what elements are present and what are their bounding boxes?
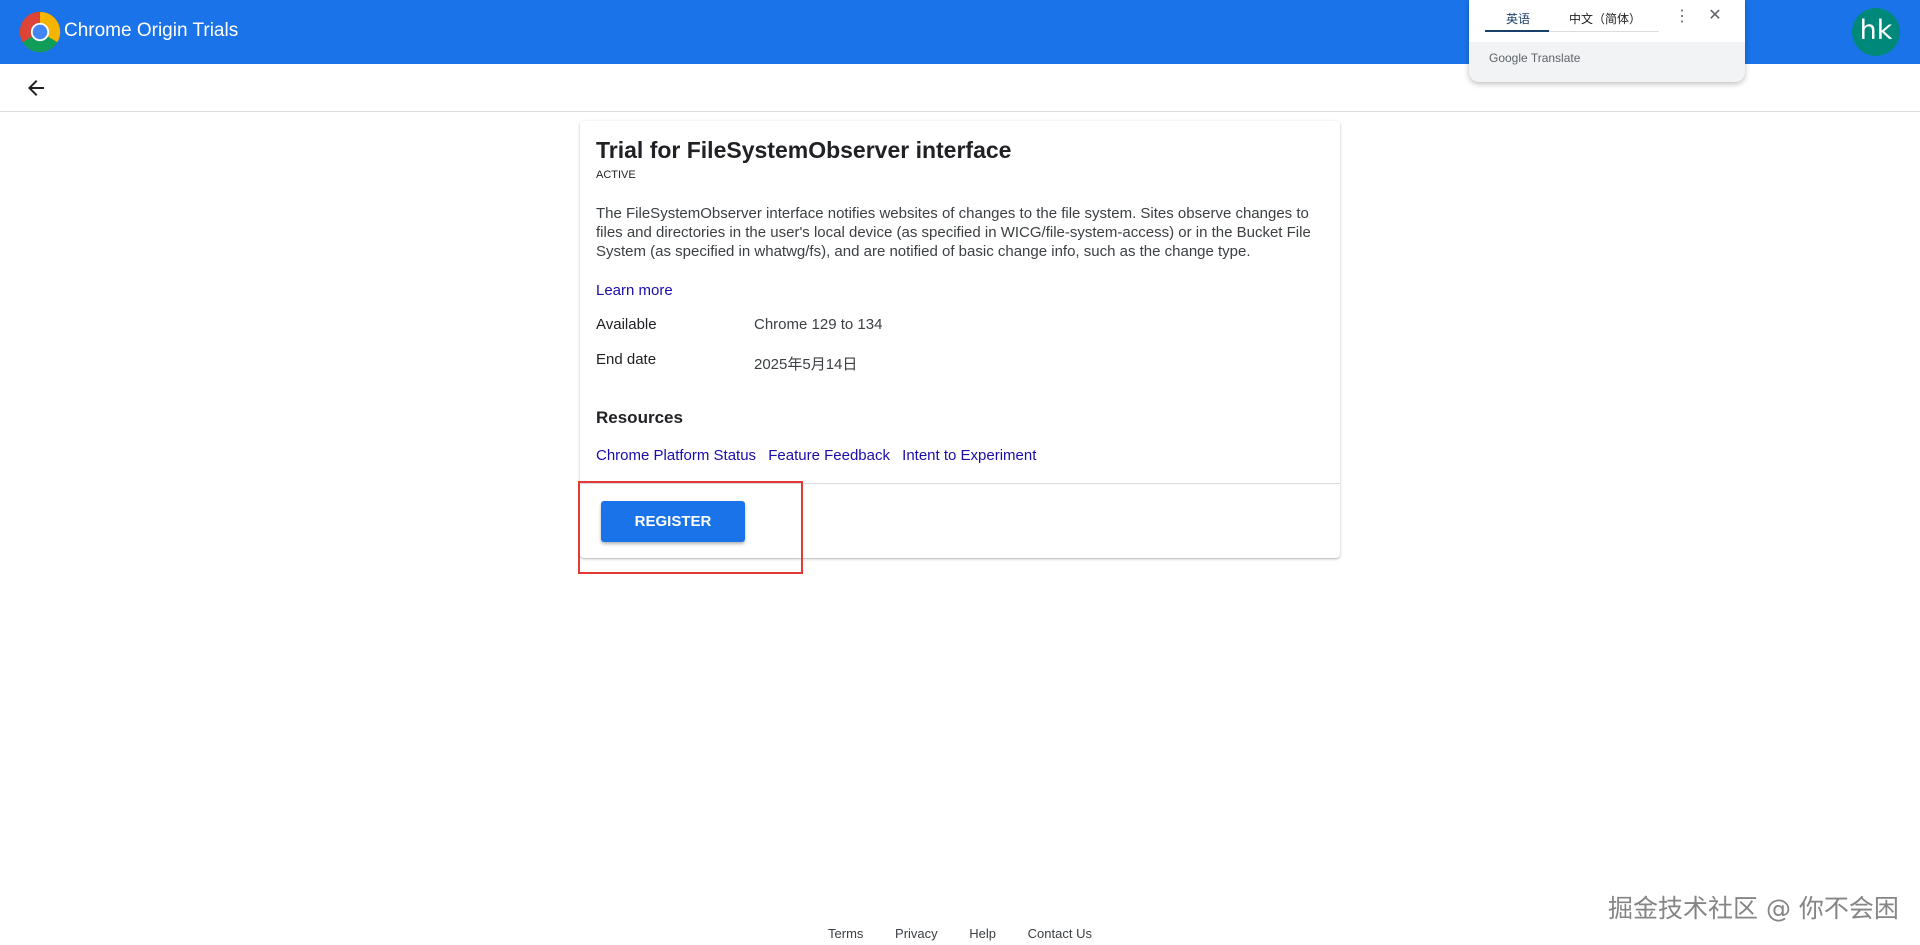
sub-toolbar [0, 64, 1920, 112]
translate-popup-header: 英语 中文（简体） ⋮ ✕ [1469, 0, 1745, 42]
more-vert-icon[interactable]: ⋮ [1674, 6, 1690, 28]
close-icon[interactable]: ✕ [1706, 5, 1724, 27]
footer: Terms Privacy Help Contact Us [0, 926, 1920, 941]
resource-link-platform-status[interactable]: Chrome Platform Status [596, 447, 756, 464]
avatar[interactable]: hk [1852, 8, 1900, 56]
app-title[interactable]: Chrome Origin Trials [64, 20, 238, 42]
end-date-label: End date [596, 351, 657, 368]
translate-tab-divider [1549, 31, 1659, 32]
end-date-value: 2025年5月14日 [754, 356, 858, 373]
google-translate-brand: Google Translate [1489, 51, 1581, 65]
status-badge: ACTIVE [596, 169, 636, 181]
resource-link-feature-feedback[interactable]: Feature Feedback [768, 447, 890, 464]
available-value: Chrome 129 to 134 [754, 316, 883, 333]
translate-tab-indicator [1485, 30, 1549, 32]
translate-tab-target[interactable]: 中文（简体） [1569, 10, 1641, 27]
trial-description: The FileSystemObserver interface notifie… [596, 205, 1311, 260]
resource-links: Chrome Platform Status Feature Feedback … [596, 447, 1044, 464]
footer-link-privacy[interactable]: Privacy [895, 926, 938, 941]
footer-link-terms[interactable]: Terms [828, 926, 863, 941]
translate-tab-source[interactable]: 英语 [1506, 10, 1530, 27]
watermark: 掘金技术社区 @ 你不会困 [1608, 894, 1899, 923]
available-label: Available [596, 316, 657, 333]
arrow-left-icon[interactable] [22, 76, 50, 100]
resource-link-intent-to-experiment[interactable]: Intent to Experiment [902, 447, 1036, 464]
learn-more-link[interactable]: Learn more [596, 282, 673, 299]
footer-link-contact[interactable]: Contact Us [1028, 926, 1092, 941]
trial-title: Trial for FileSystemObserver interface [596, 137, 1012, 163]
footer-link-help[interactable]: Help [969, 926, 996, 941]
highlight-annotation [578, 481, 803, 574]
resources-heading: Resources [596, 408, 683, 427]
chrome-logo-icon[interactable] [18, 10, 62, 54]
